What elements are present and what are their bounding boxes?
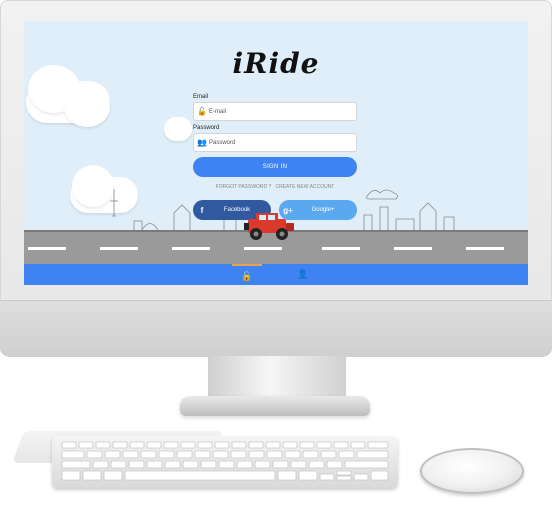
lane-marking	[28, 247, 66, 250]
user-icon: 👥	[197, 138, 207, 147]
screen: iRide Email 🔓 E-mail Password 👥 Password…	[24, 21, 528, 285]
jeep-car-icon	[244, 213, 294, 240]
lane-marking	[172, 247, 210, 250]
lane-marking	[244, 247, 282, 250]
password-field[interactable]: 👥 Password	[193, 133, 357, 152]
facebook-icon: f	[200, 205, 204, 215]
password-label: Password	[193, 125, 220, 131]
forgot-password-link[interactable]: FORGOT PASSWORD ?	[216, 184, 272, 190]
tab-login[interactable]: 🔓	[232, 264, 262, 285]
lock-icon: 🔓	[197, 107, 207, 116]
email-field[interactable]: 🔓 E-mail	[193, 102, 357, 121]
google-label: Google+	[311, 207, 335, 213]
email-placeholder: E-mail	[209, 108, 227, 115]
monitor-stand-base	[180, 396, 370, 416]
lane-marking	[466, 247, 504, 250]
signin-button[interactable]: SIGN IN	[193, 157, 357, 177]
auth-links: FORGOT PASSWORD ? CREATE NEW ACCOUNT	[193, 184, 357, 190]
password-placeholder: Password	[209, 139, 236, 146]
create-account-link[interactable]: CREATE NEW ACCOUNT	[276, 184, 335, 190]
lane-marking	[322, 247, 360, 250]
monitor-chin	[0, 300, 552, 357]
bottom-tab-bar: 🔓 👤	[24, 264, 528, 285]
email-label: Email	[193, 94, 209, 100]
app-logo: iRide	[232, 47, 320, 80]
keyboard	[52, 436, 398, 488]
lane-marking	[100, 247, 138, 250]
magic-mouse	[420, 448, 524, 494]
tab-register[interactable]: 👤	[288, 264, 318, 285]
lane-marking	[394, 247, 432, 250]
lock-icon: 🔓	[241, 271, 253, 281]
user-icon: 👤	[297, 269, 309, 279]
keyboard-keys	[61, 441, 389, 481]
